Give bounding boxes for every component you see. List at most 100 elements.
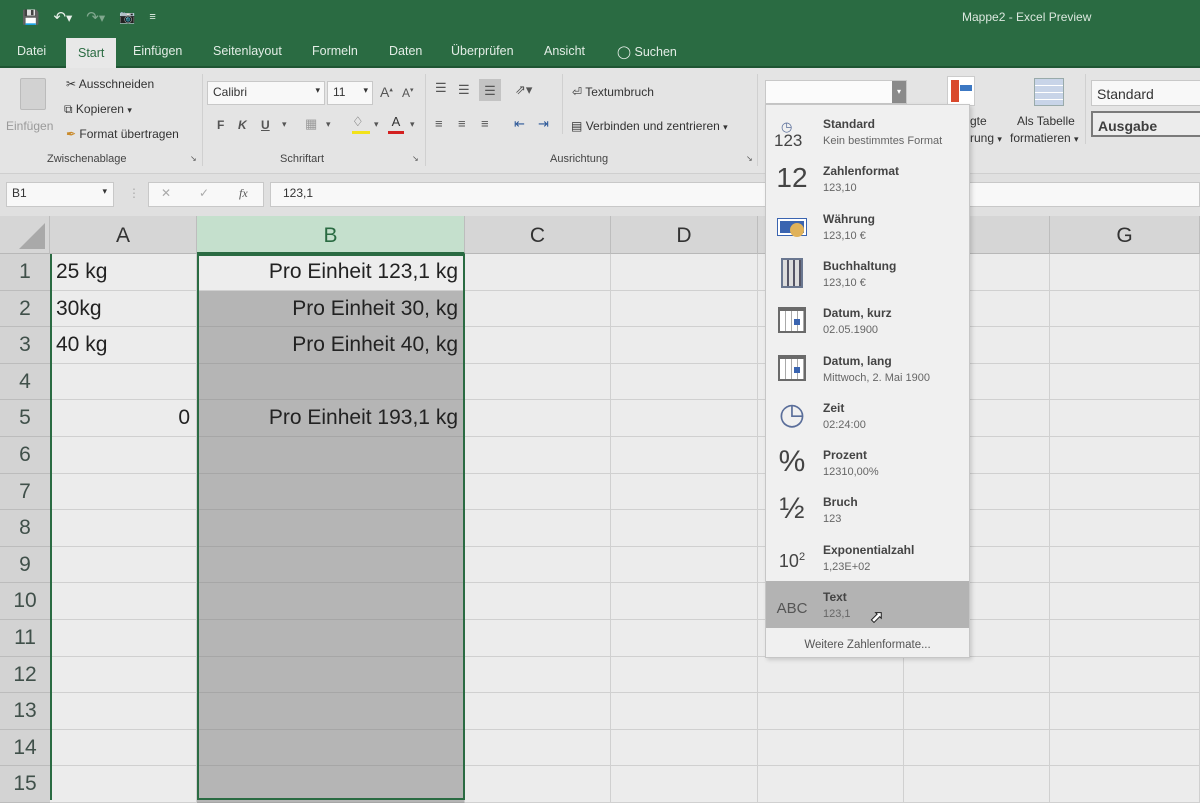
cell-g12[interactable] [1050, 656, 1200, 694]
cell-d6[interactable] [611, 437, 758, 474]
cell-c13[interactable] [465, 693, 611, 730]
cell-b5[interactable]: Pro Einheit 193,1 kg [197, 400, 465, 437]
column-header-g[interactable]: G [1050, 216, 1200, 254]
grow-font-icon[interactable]: A▴ [380, 84, 393, 100]
insert-function-icon[interactable]: fx [239, 186, 248, 201]
cell-c3[interactable] [465, 327, 611, 364]
cell-c6[interactable] [465, 437, 611, 474]
cell-a14[interactable] [50, 729, 197, 767]
align-top-icon[interactable]: ☰ [435, 80, 447, 96]
cell-g15[interactable] [1050, 766, 1200, 803]
cell-f15[interactable] [904, 766, 1050, 803]
row-header[interactable]: 2 [0, 290, 50, 328]
style-standard[interactable]: Standard [1091, 80, 1200, 106]
format-option-long-date[interactable]: Datum, lang Mittwoch, 2. Mai 1900 [766, 345, 969, 392]
cell-d11[interactable] [611, 620, 758, 657]
dialog-launcher-icon[interactable]: ↘ [746, 154, 753, 163]
cell-c14[interactable] [465, 729, 611, 767]
cancel-icon[interactable]: ✕ [161, 186, 171, 200]
cell-g9[interactable] [1050, 546, 1200, 584]
cell-a13[interactable] [50, 693, 197, 730]
cell-g3[interactable] [1050, 327, 1200, 364]
format-option-short-date[interactable]: Datum, kurz 02.05.1900 [766, 297, 969, 344]
format-as-table-icon[interactable] [1034, 78, 1064, 106]
cell-b7[interactable] [197, 473, 465, 511]
align-middle-icon[interactable]: ☰ [458, 82, 470, 98]
format-as-table-label-2[interactable]: formatieren ▾ [1010, 131, 1079, 145]
more-number-formats-link[interactable]: Weitere Zahlenformate... [766, 639, 969, 651]
column-header-a[interactable]: A [50, 216, 197, 254]
font-color-icon[interactable]: A [388, 114, 404, 134]
cell-d5[interactable] [611, 400, 758, 437]
row-header[interactable]: 4 [0, 363, 50, 401]
align-center-icon[interactable]: ≡ [458, 116, 466, 131]
camera-icon[interactable]: 📷 [119, 9, 135, 25]
row-header[interactable]: 11 [0, 620, 50, 657]
tab-einfuegen[interactable]: Einfügen [133, 44, 182, 58]
conditional-formatting-label-2[interactable]: rung ▾ [970, 131, 1002, 145]
format-option-percent[interactable]: % Prozent 12310,00% [766, 439, 969, 486]
align-left-icon[interactable]: ≡ [435, 116, 443, 131]
increase-indent-icon[interactable]: ⇥ [538, 116, 549, 132]
tab-datei[interactable]: Datei [17, 44, 46, 58]
cell-c8[interactable] [465, 510, 611, 547]
cell-a9[interactable] [50, 546, 197, 584]
row-header[interactable]: 6 [0, 437, 50, 474]
save-icon[interactable]: 💾 [22, 9, 39, 26]
row-header[interactable]: 9 [0, 546, 50, 584]
merge-center-button[interactable]: ▤ Verbinden und zentrieren ▾ [571, 119, 728, 133]
formula-input[interactable]: 123,1 [270, 182, 1200, 207]
customize-qat-icon[interactable]: ≡ [149, 11, 155, 23]
font-size-select[interactable]: 11 ▾ [327, 81, 373, 105]
cell-b14[interactable] [197, 729, 465, 767]
cell-g7[interactable] [1050, 473, 1200, 511]
undo-icon[interactable]: ↶▾ [53, 8, 72, 26]
cell-d14[interactable] [611, 729, 758, 767]
row-header[interactable]: 14 [0, 729, 50, 767]
cell-d8[interactable] [611, 510, 758, 547]
font-name-select[interactable]: Calibri ▾ [207, 81, 325, 105]
enter-icon[interactable]: ✓ [199, 186, 209, 200]
cell-a3[interactable]: 40 kg [50, 327, 197, 364]
chevron-down-icon[interactable]: ▾ [326, 119, 331, 130]
conditional-formatting-label[interactable]: gte [970, 114, 987, 128]
cell-a5[interactable]: 0 [50, 400, 197, 437]
chevron-down-icon[interactable]: ▾ [892, 81, 906, 103]
row-header[interactable]: 5 [0, 400, 50, 437]
cell-a2[interactable]: 30kg [50, 290, 197, 328]
chevron-down-icon[interactable]: ▾ [374, 119, 379, 130]
shrink-font-icon[interactable]: A▾ [402, 86, 414, 100]
cell-c9[interactable] [465, 546, 611, 584]
decrease-indent-icon[interactable]: ⇤ [514, 116, 525, 132]
row-header[interactable]: 10 [0, 583, 50, 620]
cell-b3[interactable]: Pro Einheit 40, kg [197, 327, 465, 364]
cell-b10[interactable] [197, 583, 465, 620]
cell-a1[interactable]: 25 kg [50, 254, 197, 291]
tab-ueberpruefen[interactable]: Überprüfen [451, 44, 514, 58]
conditional-formatting-icon[interactable] [947, 76, 975, 106]
column-header-b[interactable]: B [197, 216, 465, 254]
tab-formeln[interactable]: Formeln [312, 44, 358, 58]
cell-g5[interactable] [1050, 400, 1200, 437]
format-option-number[interactable]: 12 Zahlenformat 123,10 [766, 155, 969, 202]
cell-g10[interactable] [1050, 583, 1200, 620]
cell-g14[interactable] [1050, 729, 1200, 767]
tab-ansicht[interactable]: Ansicht [544, 44, 585, 58]
format-painter-button[interactable]: ✒ Format übertragen [66, 127, 179, 141]
cell-a12[interactable] [50, 656, 197, 694]
cell-b6[interactable] [197, 437, 465, 474]
row-header[interactable]: 8 [0, 510, 50, 547]
align-bottom-icon[interactable]: ☰ [479, 79, 501, 101]
format-option-currency[interactable]: Währung 123,10 € [766, 203, 969, 250]
cell-a10[interactable] [50, 583, 197, 620]
cell-c2[interactable] [465, 290, 611, 328]
cell-f12[interactable] [904, 656, 1050, 694]
cell-a8[interactable] [50, 510, 197, 547]
cell-b9[interactable] [197, 546, 465, 584]
dialog-launcher-icon[interactable]: ↘ [412, 154, 419, 163]
cell-d13[interactable] [611, 693, 758, 730]
orientation-icon[interactable]: ⇗▾ [515, 82, 532, 98]
cell-a15[interactable] [50, 766, 197, 803]
cell-d7[interactable] [611, 473, 758, 511]
cell-d4[interactable] [611, 363, 758, 401]
